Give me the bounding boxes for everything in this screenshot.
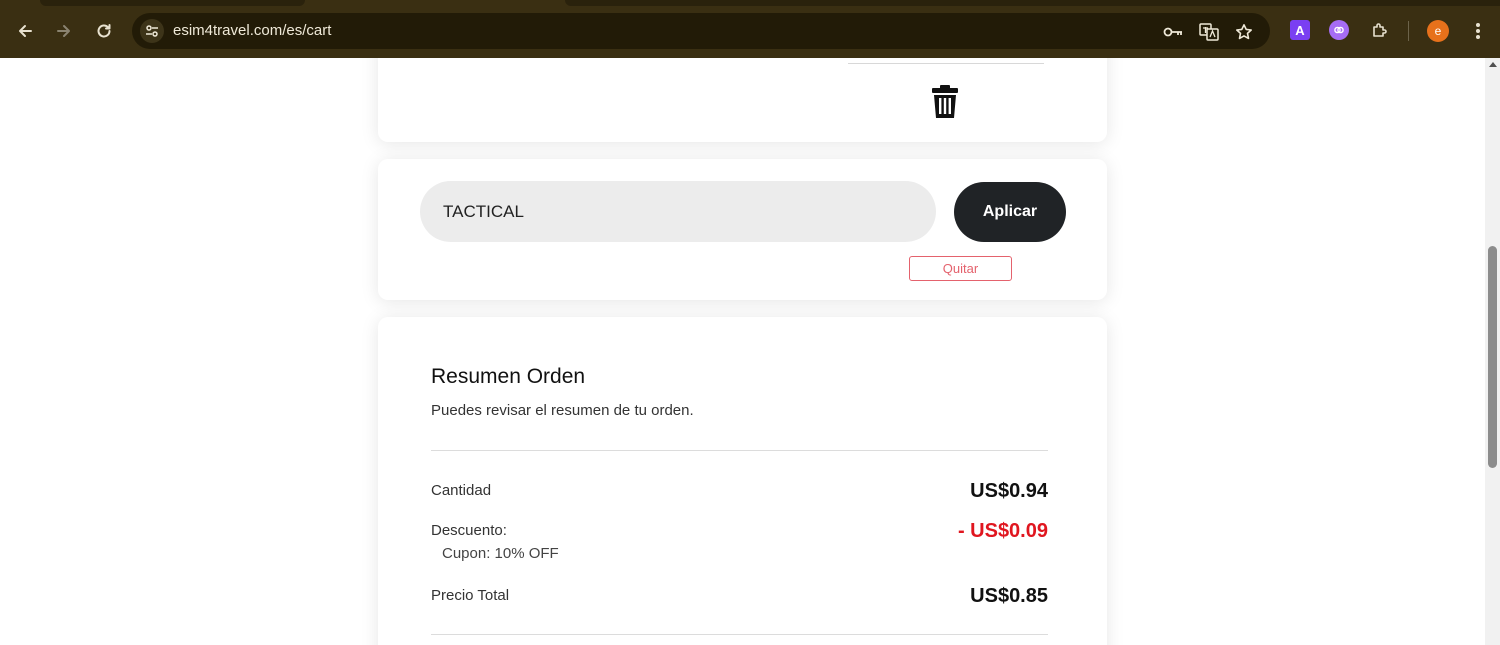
url-text: esim4travel.com/es/cart	[173, 22, 332, 39]
password-key-icon[interactable]	[1163, 22, 1183, 42]
summary-title: Resumen Orden	[431, 365, 586, 388]
quantity-value: US$0.94	[970, 480, 1048, 502]
toolbar-divider	[1408, 21, 1409, 41]
page-scrollbar[interactable]	[1485, 58, 1500, 645]
coupon-card: Aplicar Quitar	[378, 159, 1107, 300]
quantity-label: Cantidad	[431, 482, 492, 499]
forward-icon[interactable]	[52, 19, 76, 43]
profile-avatar[interactable]: e	[1427, 20, 1449, 42]
trash-icon[interactable]	[931, 85, 959, 119]
tab-strip-segment	[565, 0, 1500, 6]
summary-divider	[431, 450, 1048, 451]
site-settings-icon[interactable]	[140, 19, 164, 43]
tab-strip-segment	[40, 0, 305, 6]
back-icon[interactable]	[13, 19, 37, 43]
total-value: US$0.85	[970, 585, 1048, 607]
coupon-code-input[interactable]	[420, 181, 936, 242]
summary-subtitle: Puedes revisar el resumen de tu orden.	[431, 402, 694, 419]
apply-coupon-button[interactable]: Aplicar	[954, 182, 1066, 242]
bookmark-star-icon[interactable]	[1234, 22, 1254, 42]
summary-divider	[431, 634, 1048, 635]
discount-value: - US$0.09	[957, 520, 1048, 542]
scrollbar-thumb[interactable]	[1488, 246, 1497, 468]
address-bar[interactable]: esim4travel.com/es/cart	[132, 13, 1270, 49]
extension-a-icon[interactable]: A	[1290, 20, 1310, 40]
order-summary-card: Resumen Orden Puedes revisar el resumen …	[378, 317, 1107, 645]
extensions-puzzle-icon[interactable]	[1370, 20, 1390, 40]
total-label: Precio Total	[431, 587, 510, 604]
browser-toolbar: esim4travel.com/es/cart A e	[0, 0, 1500, 58]
coupon-note: Cupon: 10% OFF	[442, 545, 559, 562]
cart-item-card	[378, 58, 1107, 142]
browser-menu-icon[interactable]	[1468, 20, 1488, 42]
translate-icon[interactable]	[1199, 22, 1219, 42]
remove-coupon-button[interactable]: Quitar	[909, 256, 1012, 281]
item-divider	[848, 63, 1044, 64]
extension-link-icon[interactable]	[1329, 20, 1349, 40]
discount-label: Descuento:	[431, 522, 507, 539]
page-viewport: Aplicar Quitar Resumen Orden Puedes revi…	[0, 58, 1485, 645]
scroll-up-icon[interactable]	[1489, 62, 1497, 67]
reload-icon[interactable]	[92, 19, 116, 43]
